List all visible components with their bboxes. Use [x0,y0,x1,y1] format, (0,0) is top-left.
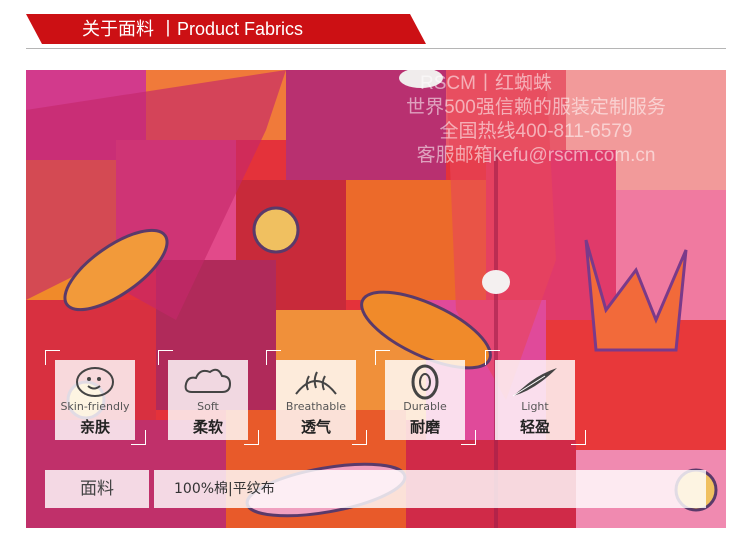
feather-icon [512,368,557,397]
section-banner: 关于面料 丨Product Fabrics [26,14,426,44]
watermark: RSCM丨红蜘蛛 世界500强信赖的服装定制服务 全国热线400-811-657… [26,72,726,168]
watermark-line-2: 世界500强信赖的服装定制服务 [406,97,666,118]
feature-en: Breathable [285,400,347,413]
card-bracket [352,430,367,445]
feature-card-breathable: Breathable 透气 [276,360,356,440]
section-title: 关于面料 丨Product Fabrics [82,19,304,39]
feature-card-soft: Soft 柔软 [168,360,248,440]
card-bracket [461,430,476,445]
feature-en: Light [521,400,549,413]
watermark-line-1: RSCM丨红蜘蛛 [420,73,552,94]
steam-icon [295,371,337,395]
card-bracket [244,430,259,445]
tire-icon [411,364,439,400]
card-bracket [571,430,586,445]
watermark-line-4: 客服邮箱kefu@rscm.com.cn [416,145,656,166]
feature-en: Durable [403,400,447,413]
feature-zh: 亲肤 [79,418,110,436]
feature-zh: 轻盈 [519,418,550,436]
feature-card-skin-friendly: Skin-friendly 亲肤 [55,360,135,440]
feature-card-light: Light 轻盈 [495,360,575,440]
feature-zh: 耐磨 [409,418,440,436]
fabric-value: 100%棉|平纹布 [154,470,706,508]
feature-zh: 透气 [300,418,331,436]
feature-en: Skin-friendly [60,400,130,413]
feature-card-durable: Durable 耐磨 [385,360,465,440]
watermark-line-3: 全国热线400-811-6579 [439,121,633,142]
feature-en: Soft [197,400,219,413]
feature-zh: 柔软 [192,418,223,436]
card-bracket [131,430,146,445]
baby-icon [76,367,114,397]
divider [26,48,726,49]
cloud-icon [184,368,232,393]
fabric-label: 面料 [45,470,149,508]
